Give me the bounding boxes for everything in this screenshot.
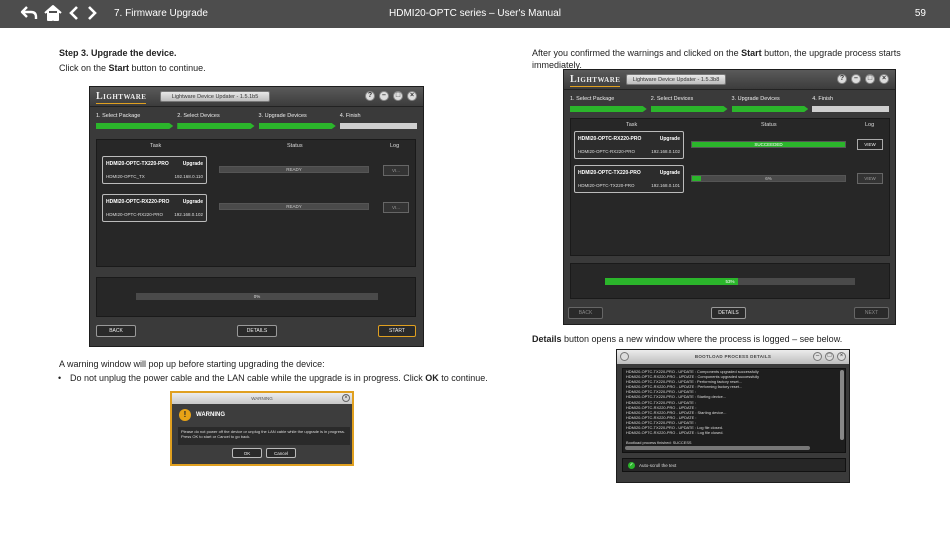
maximize-icon[interactable]: □ [393,91,403,101]
step-finish: 4. Finish [339,113,417,135]
view-log-button[interactable]: VIEW [857,173,883,184]
back-button[interactable]: BACK [96,325,136,337]
log-line: Bootload process finished: SUCCESS [626,440,692,446]
minimize-icon[interactable]: – [813,352,822,361]
upgrade-intro: After you confirmed the warnings and cli… [532,48,901,70]
col-log: Log [865,122,875,128]
device-status-bar: SUCCEEDED [691,141,846,148]
task-panel: Task Status Log HDMI20-OPTC-TX220-PRO Upg… [96,139,416,267]
details-explanation: Details button opens a new window where … [532,334,843,344]
minimize-icon[interactable]: – [379,91,389,101]
back-button[interactable]: BACK [568,307,603,319]
step-select-package: 1. Select Package [570,96,647,118]
window-header: Lightware Lightware Device Updater - 1.5… [90,87,423,107]
step-upgrade-devices: 3. Upgrade Devices [731,96,809,118]
device-progress-fill [692,176,702,181]
minimize-icon[interactable]: – [851,74,861,84]
warning-bullet-list: Do not unplug the power cable and the LA… [58,373,488,383]
next-button[interactable]: NEXT [854,307,889,319]
details-button[interactable]: DETAILS [711,307,746,319]
view-log-button[interactable]: VIEW [857,139,883,150]
top-bar: 7. Firmware Upgrade HDMI20-OPTC series –… [0,0,950,28]
bootload-log[interactable]: HDMI20-OPTC-TX220-PRO - UPDATE : Compone… [622,368,846,453]
wizard-steps: 1. Select Package 2. Select Devices 3. U… [96,113,417,135]
overall-progress-panel: 53% [570,263,890,299]
step-select-devices: 2. Select Devices [650,96,728,118]
overall-progress-panel: 0% [96,277,416,317]
col-task: Task [150,143,162,149]
overall-progress-fill [605,278,738,285]
bootload-footer: ✓ Auto-scroll the text [622,458,846,472]
autoscroll-label: Auto-scroll the text [639,463,677,468]
device-card: HDMI20-OPTC-TX220-PRO Upgrade HDMI20-OPTC… [574,165,684,193]
section-title: 7. Firmware Upgrade [114,8,208,19]
version-label: Lightware Device Updater - 1.5.1b5 [160,91,270,102]
start-button[interactable]: START [378,325,416,337]
nav-buttons [20,4,98,22]
step-finish: 4. Finish [812,96,889,118]
app-icon [620,352,629,361]
device-card: HDMI20-OPTC-TX220-PRO Upgrade HDMI20-OPTC… [102,156,207,184]
cancel-button[interactable]: Cancel [266,448,296,458]
step-select-devices: 2. Select Devices [177,113,254,135]
horizontal-scrollbar[interactable] [625,446,810,450]
vertical-scrollbar[interactable] [840,370,844,440]
autoscroll-checkbox[interactable]: ✓ [628,462,635,469]
step-upgrade-devices: 3. Upgrade Devices [258,113,336,135]
task-panel: Task Status Log HDMI20-OPTC-RX220-PRO Upg… [570,118,890,256]
lightware-logo: Lightware [570,74,621,87]
device-card: HDMI20-OPTC-RX220-PRO Upgrade HDMI20-OPTC… [574,131,684,159]
maximize-icon[interactable]: □ [825,352,834,361]
col-task: Task [626,122,638,128]
warning-heading: WARNING [196,412,225,418]
device-updater-window-start: Lightware Lightware Device Updater - 1.5… [89,86,424,347]
overall-progress-bar: 0% [136,293,378,300]
col-status: Status [761,122,777,128]
view-log-button[interactable]: VI... [383,202,409,213]
help-icon[interactable]: ? [837,74,847,84]
device-updater-window-progress: Lightware Lightware Device Updater - 1.5… [563,69,896,325]
details-button[interactable]: DETAILS [237,325,277,337]
col-status: Status [287,143,303,149]
ok-button[interactable]: OK [232,448,262,458]
col-log: Log [390,143,400,149]
close-icon[interactable]: × [837,352,846,361]
warning-message: Please do not power off the device or un… [178,427,350,445]
warning-intro: A warning window will pop up before star… [59,359,325,369]
device-status-bar: 6% [691,175,846,182]
window-header: Lightware Lightware Device Updater - 1.5… [564,70,895,90]
maximize-icon[interactable]: □ [865,74,875,84]
device-card: HDMI20-OPTC-RX220-PRO Upgrade HDMI20-OPTC… [102,194,207,222]
overall-progress-bar: 53% [605,278,855,285]
next-page-icon[interactable] [86,4,98,22]
close-icon[interactable]: × [407,91,417,101]
version-label: Lightware Device Updater - 1.5.3b8 [626,74,726,85]
prev-page-icon[interactable] [68,4,80,22]
warning-dialog-title: WARNING [172,393,352,404]
help-icon[interactable]: ? [365,91,375,101]
return-icon[interactable] [20,4,38,22]
home-icon[interactable] [44,4,62,22]
step-heading: Step 3. Upgrade the device. [59,48,177,58]
step-select-package: 1. Select Package [96,113,173,135]
lightware-logo: Lightware [96,91,147,104]
page-number: 59 [914,8,926,19]
start-instruction: Click on the Start button to continue. [59,63,206,73]
close-icon[interactable]: × [342,394,350,402]
view-log-button[interactable]: VI... [383,165,409,176]
warning-bullet: Do not unplug the power cable and the LA… [58,373,488,383]
close-icon[interactable]: × [879,74,889,84]
device-status-bar: READY [219,203,369,210]
exclamation-icon: ! [179,409,191,421]
wizard-steps: 1. Select Package 2. Select Devices 3. U… [570,96,889,118]
bootload-details-window: BOOTLOAD PROCESS DETAILS – □ × HDMI20-OP… [616,349,850,483]
warning-dialog: WARNING × ! WARNING Please do not power … [170,391,354,466]
device-status-bar: READY [219,166,369,173]
